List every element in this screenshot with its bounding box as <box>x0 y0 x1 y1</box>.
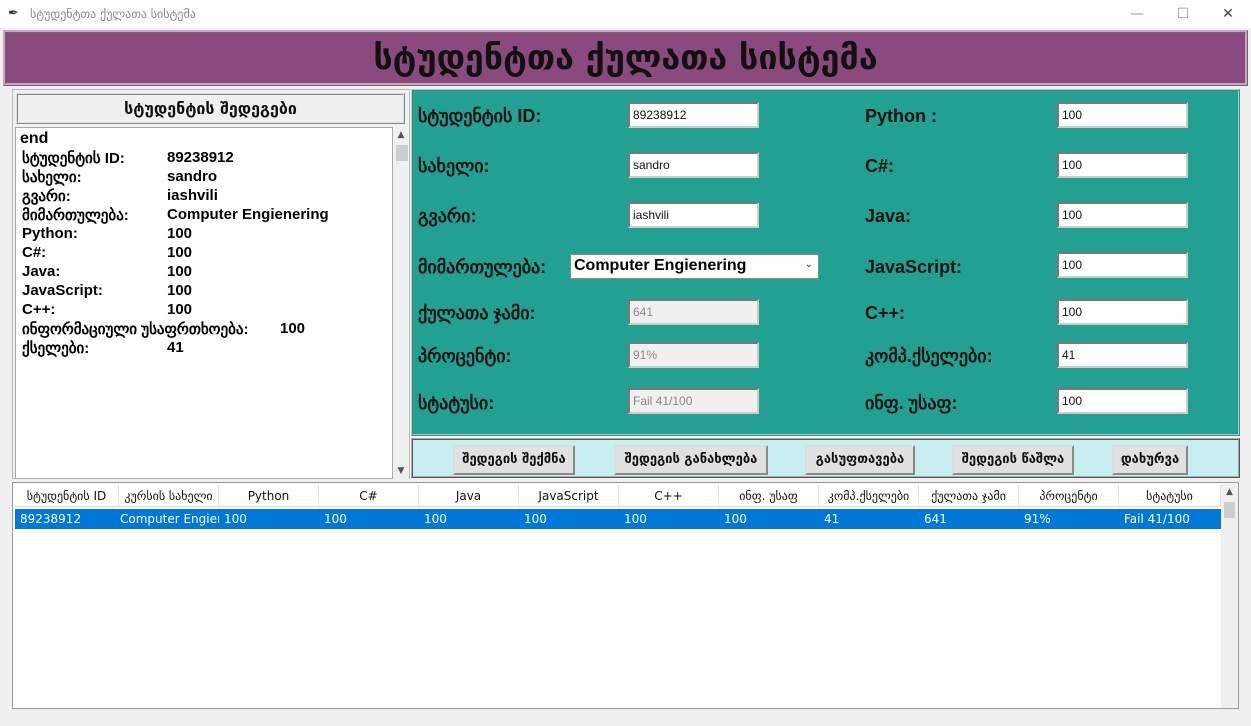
scroll-up-icon[interactable]: ▲ <box>393 127 409 143</box>
receipt-line: C#: 100 <box>22 244 193 261</box>
minimize-button[interactable]: — <box>1114 0 1160 28</box>
networks-label: კომპ.ქსელები: <box>865 346 993 366</box>
python-field[interactable]: 100 <box>1057 102 1188 128</box>
first-name-field[interactable]: sandro <box>628 152 759 178</box>
student-id-field[interactable]: 89238912 <box>628 102 759 128</box>
table-cell: 100 <box>424 512 447 526</box>
table-cell: Fail 41/100 <box>1124 512 1190 526</box>
app-banner: სტუდენტთა ქულათა სისტემა <box>3 30 1248 86</box>
direction-label: მიმართულება: <box>418 257 547 277</box>
student-id-label: სტუდენტის ID: <box>418 106 542 126</box>
direction-select-value: Computer Engienering <box>574 257 747 274</box>
feather-icon: ✒ <box>8 6 19 21</box>
total-score-label: ქულათა ჯამი: <box>418 303 536 323</box>
csharp-field[interactable]: 100 <box>1057 152 1188 178</box>
close-window-button[interactable]: ✕ <box>1205 0 1251 28</box>
table-cell: 100 <box>224 512 247 526</box>
receipt-line: C++: 100 <box>22 301 193 318</box>
percent-label: პროცენტი: <box>418 346 512 366</box>
table-cell: 91% <box>1024 512 1051 526</box>
javascript-field[interactable]: 100 <box>1057 252 1188 278</box>
networks-field[interactable]: 41 <box>1057 342 1188 368</box>
status-label: სტატუსი: <box>418 393 495 413</box>
close-button[interactable]: დახურვა <box>1112 445 1188 475</box>
results-header-label: სტუდენტის შედეგები <box>124 99 297 118</box>
python-label: Python : <box>865 106 937 126</box>
table-cell: 89238912 <box>20 512 82 526</box>
column-header[interactable]: Java <box>419 485 519 507</box>
direction-select[interactable]: Computer Engienering ⌄ <box>570 254 819 279</box>
java-field[interactable]: 100 <box>1057 202 1188 228</box>
table-cell: 100 <box>524 512 547 526</box>
results-table: სტუდენტის ID კურსის სახელი Python C# Jav… <box>12 482 1239 709</box>
infosec-field[interactable]: 100 <box>1057 388 1188 414</box>
scroll-down-icon[interactable]: ▼ <box>393 463 409 479</box>
create-result-button[interactable]: შედეგის შექმნა <box>453 445 575 475</box>
table-cell: 100 <box>624 512 647 526</box>
scroll-up-icon[interactable]: ▲ <box>1221 484 1238 500</box>
receipt-line: ქსელები: 41 <box>22 339 184 357</box>
receipt-first-line: end <box>20 130 49 147</box>
column-header[interactable]: ქულათა ჯამი <box>919 485 1019 507</box>
action-bar: შედეგის შექმნა შედეგის განახლება გასუფთა… <box>411 438 1240 478</box>
column-header[interactable]: Python <box>219 485 319 507</box>
total-score-field: 641 <box>628 299 759 325</box>
maximize-button[interactable]: ☐ <box>1160 0 1206 28</box>
table-cell: 41 <box>824 512 840 526</box>
chevron-down-icon[interactable]: ⌄ <box>805 259 813 270</box>
column-header[interactable]: კურსის სახელი <box>119 485 219 507</box>
receipt-line: Java: 100 <box>22 263 193 280</box>
receipt-line: Python: 100 <box>22 225 193 242</box>
infosec-label: ინფ. უსაფ: <box>865 393 958 413</box>
results-header: სტუდენტის შედეგები <box>16 93 405 124</box>
receipt-line: JavaScript: 100 <box>22 282 193 299</box>
column-header[interactable]: კომპ.ქსელები <box>819 485 919 507</box>
horizontal-scrollbar[interactable] <box>12 710 1239 726</box>
window-titlebar: ✒ სტუდენტთა ქულათა სისტემა — ☐ ✕ <box>0 0 1251 28</box>
clear-button[interactable]: გასუფთავება <box>805 445 915 475</box>
results-scrollbar[interactable]: ▲ ▼ <box>393 127 409 479</box>
results-panel: სტუდენტის შედეგები end სტუდენტის ID: 8923… <box>12 89 410 479</box>
results-text-area[interactable]: end სტუდენტის ID: 89238912 სახელი: sandro … <box>15 127 393 479</box>
last-name-label: გვარი: <box>418 206 477 226</box>
table-cell: 100 <box>724 512 747 526</box>
java-label: Java: <box>865 206 912 226</box>
column-header[interactable]: პროცენტი <box>1019 485 1119 507</box>
window-title: სტუდენტთა ქულათა სისტემა <box>30 7 196 21</box>
table-scrollbar[interactable]: ▲ <box>1221 484 1238 708</box>
receipt-line: გვარი: iashvili <box>22 187 218 205</box>
scroll-thumb[interactable] <box>396 145 408 161</box>
cpp-label: C++: <box>865 303 906 323</box>
javascript-label: JavaScript: <box>865 257 963 277</box>
percent-field: 91% <box>628 342 759 368</box>
delete-result-button[interactable]: შედეგის წაშლა <box>952 445 1074 475</box>
table-cell: Computer Engienering <box>120 512 219 526</box>
scroll-thumb[interactable] <box>1224 502 1235 518</box>
receipt-line: ინფორმაციული უსაფრთხოება: 100 <box>22 320 306 338</box>
receipt-line: მიმართულება: Computer Engienering <box>22 206 329 224</box>
receipt-line: სტუდენტის ID: 89238912 <box>22 149 234 167</box>
app-title: სტუდენტთა ქულათა სისტემა <box>373 38 878 78</box>
table-cell: 641 <box>924 512 947 526</box>
receipt-line: სახელი: sandro <box>22 168 218 186</box>
first-name-label: სახელი: <box>418 156 490 176</box>
table-row[interactable]: 89238912 Computer Engienering 100 100 10… <box>15 509 1221 529</box>
last-name-field[interactable]: iashvili <box>628 202 759 228</box>
column-header[interactable]: C++ <box>619 485 719 507</box>
column-header[interactable]: სტუდენტის ID <box>15 485 119 507</box>
cpp-field[interactable]: 100 <box>1057 299 1188 325</box>
column-header[interactable]: ინფ. უსაფ <box>719 485 819 507</box>
csharp-label: C#: <box>865 156 895 176</box>
table-header: სტუდენტის ID კურსის სახელი Python C# Jav… <box>15 485 1221 507</box>
column-header[interactable]: სტატუსი <box>1119 485 1221 507</box>
status-field: Fail 41/100 <box>628 388 759 414</box>
student-form: სტუდენტის ID: 89238912 სახელი: sandro გვ… <box>411 89 1240 436</box>
column-header[interactable]: C# <box>319 485 419 507</box>
column-header[interactable]: JavaScript <box>519 485 619 507</box>
table-cell: 100 <box>324 512 347 526</box>
update-result-button[interactable]: შედეგის განახლება <box>614 445 768 475</box>
